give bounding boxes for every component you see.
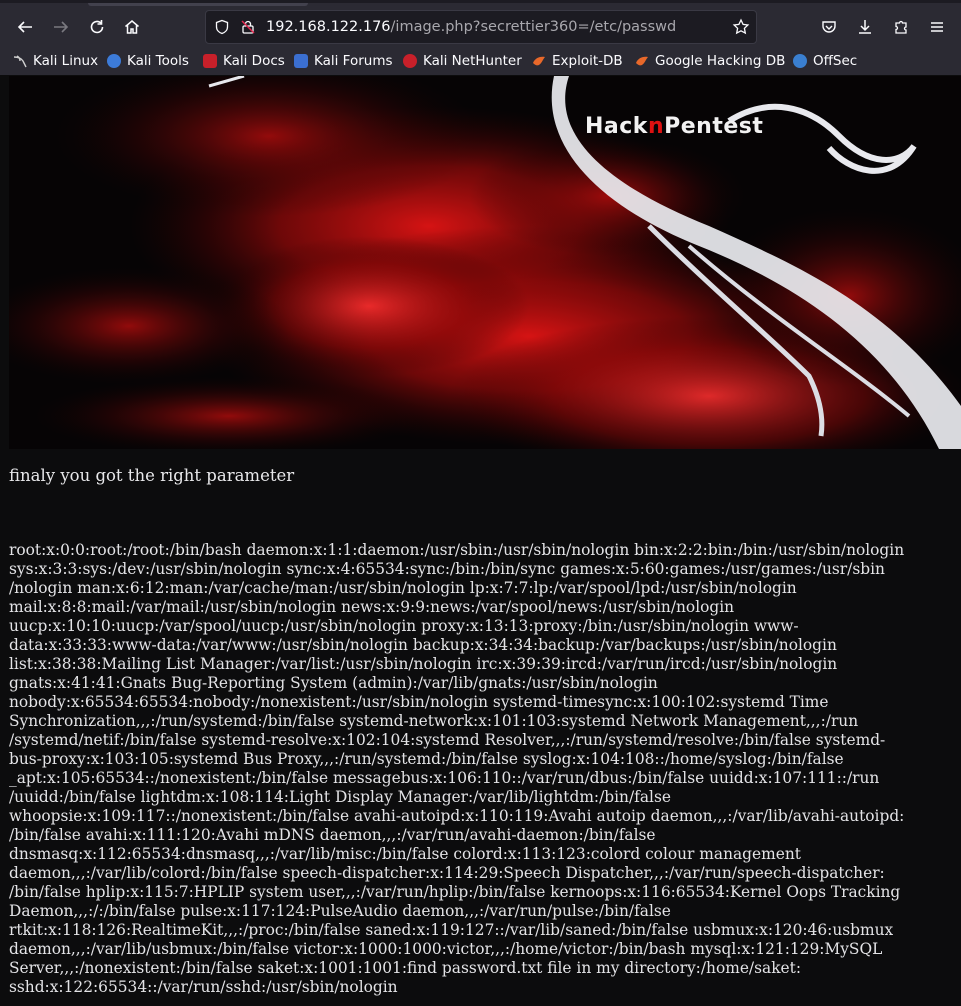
passwd-file-contents: root:x:0:0:root:/root:/bin/bash daemon:x… [9, 541, 949, 997]
back-button[interactable] [11, 13, 39, 41]
nethunter-icon [403, 54, 417, 68]
bookmark-kali-linux[interactable]: Kali Linux [13, 52, 98, 70]
download-icon [859, 20, 871, 34]
arrow-left-icon [17, 21, 32, 33]
logo-pentest: Pentest [664, 114, 764, 139]
passwd-line: daemon,,,:/var/lib/usbmux:/bin/false vic… [9, 940, 883, 958]
pocket-button[interactable] [815, 13, 843, 41]
forward-button[interactable] [47, 13, 75, 41]
bookmark-label: Exploit-DB [552, 53, 623, 69]
bookmark-offsec[interactable]: OffSec [793, 52, 857, 70]
kali-forums-icon [294, 54, 308, 68]
passwd-line: daemon,,,:/var/lib/colord:/bin/false spe… [9, 864, 885, 882]
kali-dragon-icon [13, 54, 27, 68]
passwd-line: mail:x:8:8:mail:/var/mail:/usr/sbin/nolo… [9, 598, 735, 616]
tracking-protection-shield-icon[interactable] [214, 19, 230, 39]
bookmark-google-hacking-db[interactable]: Google Hacking DB [635, 52, 785, 70]
active-tab-edge[interactable] [88, 3, 308, 6]
passwd-line: whoopsie:x:109:117::/nonexistent:/bin/fa… [9, 807, 905, 825]
passwd-line: data:x:33:33:www-data:/var/www:/usr/sbin… [9, 636, 837, 654]
hamburger-menu-icon [931, 22, 943, 32]
bookmark-kali-docs[interactable]: Kali Docs [203, 52, 285, 70]
offsec-icon [793, 54, 807, 68]
reload-icon [90, 20, 104, 34]
passwd-line: Daemon,,,:/:/bin/false pulse:x:117:124:P… [9, 902, 671, 920]
url-text[interactable]: 192.168.122.176/image.php?secrettier360=… [266, 19, 676, 35]
passwd-line: Server,,,:/nonexistent:/bin/false saket:… [9, 959, 802, 977]
passwd-line: /bin/false hplip:x:115:7:HPLIP system us… [9, 883, 901, 901]
passwd-line: sshd:x:122:65534::/var/run/sshd:/usr/sbi… [9, 978, 398, 996]
bookmark-label: OffSec [813, 53, 858, 69]
bookmark-kali-forums[interactable]: Kali Forums [294, 52, 393, 70]
passwd-line: list:x:38:38:Mailing List Manager:/var/l… [9, 655, 838, 673]
bookmark-exploit-db[interactable]: Exploit-DB [532, 52, 623, 70]
bookmark-kali-nethunter[interactable]: Kali NetHunter [403, 52, 522, 70]
page-content: HacknPentest finaly you got the right pa… [0, 76, 961, 1006]
hacknpentest-banner-image: HacknPentest [9, 76, 961, 449]
passwd-line: /uuidd:/bin/false lightdm:x:108:114:Ligh… [9, 788, 671, 806]
passwd-line: /bin/false avahi:x:111:120:Avahi mDNS da… [9, 826, 656, 844]
passwd-line: uucp:x:10:10:uucp:/var/spool/uucp:/usr/s… [9, 617, 799, 635]
logo-n: n [647, 114, 665, 139]
passwd-line: gnats:x:41:41:Gnats Bug-Reporting System… [9, 674, 658, 692]
url-bar[interactable]: 192.168.122.176/image.php?secrettier360=… [205, 10, 757, 44]
ghdb-icon [635, 54, 649, 68]
insecure-lock-icon[interactable] [240, 19, 256, 39]
downloads-button[interactable] [851, 13, 879, 41]
arrow-right-icon [54, 21, 69, 33]
passwd-line: rtkit:x:118:126:RealtimeKit,,,:/proc:/bi… [9, 921, 894, 939]
bookmark-label: Kali Docs [223, 53, 285, 69]
exploit-db-icon [532, 54, 546, 68]
browser-toolbar: 192.168.122.176/image.php?secrettier360=… [0, 0, 961, 47]
kali-tools-icon [107, 54, 121, 68]
success-message: finaly you got the right parameter [9, 466, 295, 485]
home-button[interactable] [118, 13, 146, 41]
bookmark-label: Kali NetHunter [423, 53, 522, 69]
bookmark-label: Kali Tools [127, 53, 189, 69]
passwd-line: Synchronization,,,:/run/systemd:/bin/fal… [9, 712, 859, 730]
home-icon [125, 20, 139, 34]
bookmark-label: Google Hacking DB [655, 53, 786, 69]
hacknpentest-logo: HacknPentest [585, 114, 763, 139]
url-path: /image.php?secrettier360=/etc/passwd [390, 19, 677, 35]
bookmark-label: Kali Linux [33, 53, 99, 69]
passwd-line: root:x:0:0:root:/root:/bin/bash daemon:x… [9, 541, 905, 559]
kali-docs-icon [203, 54, 217, 68]
passwd-line: sys:x:3:3:sys:/dev:/usr/sbin/nologin syn… [9, 560, 885, 578]
reload-button[interactable] [83, 13, 111, 41]
passwd-line: /nologin man:x:6:12:man:/var/cache/man:/… [9, 579, 797, 597]
url-host: 192.168.122.176 [266, 19, 391, 35]
passwd-line: nobody:x:65534:65534:nobody:/nonexistent… [9, 693, 829, 711]
passwd-line: dnsmasq:x:112:65534:dnsmasq,,,:/var/lib/… [9, 845, 801, 863]
passwd-line: /systemd/netif:/bin/false systemd-resolv… [9, 731, 886, 749]
bookmarks-toolbar: Kali Linux Kali Tools Kali Docs Kali For… [0, 47, 961, 76]
puzzle-icon [895, 20, 907, 34]
passwd-line: bus-proxy:x:103:105:systemd Bus Proxy,,,… [9, 750, 844, 768]
passwd-line: _apt:x:105:65534::/nonexistent:/bin/fals… [9, 769, 880, 787]
logo-hack: Hack [585, 114, 648, 139]
bookmark-label: Kali Forums [314, 53, 393, 69]
pocket-icon [822, 21, 836, 33]
bookmark-star-icon[interactable] [732, 18, 750, 40]
bookmark-kali-tools[interactable]: Kali Tools [107, 52, 189, 70]
menu-button[interactable] [923, 13, 951, 41]
extensions-button[interactable] [887, 13, 915, 41]
